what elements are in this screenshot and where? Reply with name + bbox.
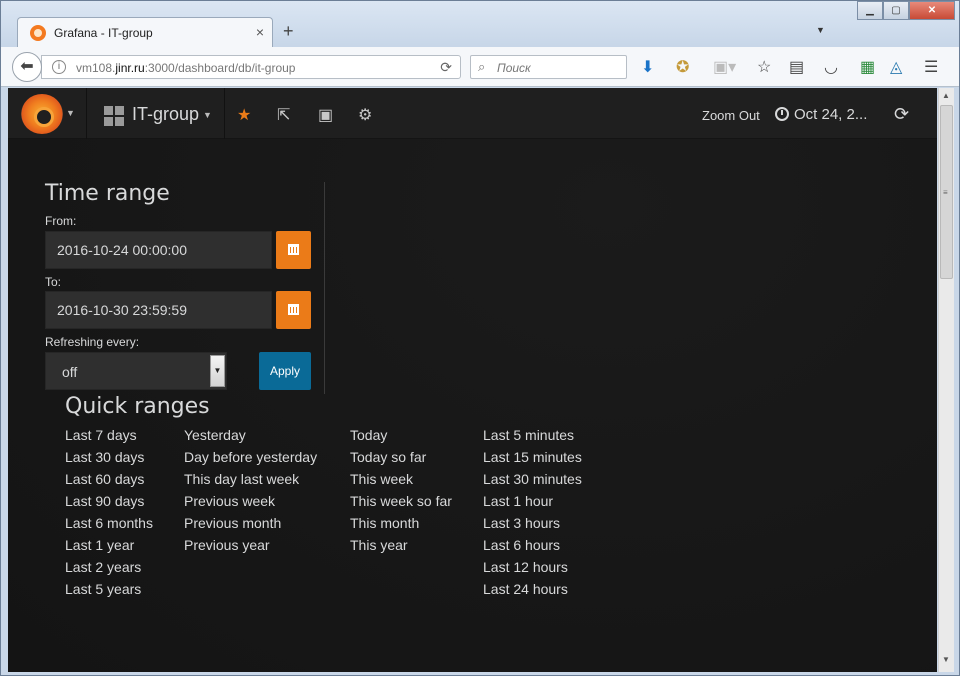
download-icon[interactable]: ⬇ <box>641 57 654 77</box>
quick-range-link[interactable]: Last 2 years <box>65 558 153 580</box>
save-icon[interactable]: ▣ <box>318 105 333 125</box>
refresh-select[interactable]: off ▼ <box>45 352 227 390</box>
minimize-button[interactable]: ▁ <box>857 1 883 20</box>
window-controls: ▁ ▢ ✕ <box>857 1 955 21</box>
quick-range-link[interactable]: Last 1 hour <box>483 492 582 514</box>
quick-range-link[interactable]: This week <box>350 470 452 492</box>
quick-range-link[interactable]: Last 6 hours <box>483 536 582 558</box>
search-icon: ⌕ <box>478 59 486 74</box>
quick-range-link[interactable]: Last 7 days <box>65 426 153 448</box>
time-range-heading: Time range <box>45 181 170 206</box>
star-icon[interactable]: ★ <box>237 105 251 125</box>
close-window-button[interactable]: ✕ <box>909 1 955 20</box>
pocket-icon[interactable]: ◡ <box>824 57 838 77</box>
quick-range-link[interactable]: Today so far <box>350 448 452 470</box>
new-tab-button[interactable]: + <box>283 21 294 42</box>
quick-ranges-column: Last 5 minutes Last 15 minutes Last 30 min… <box>483 426 582 602</box>
quick-range-link[interactable]: Today <box>350 426 452 448</box>
refresh-label: Refreshing every: <box>45 335 140 349</box>
zoom-out-button[interactable]: Zoom Out <box>702 108 760 123</box>
sync-icon[interactable]: ◬ <box>890 57 902 77</box>
quick-range-link[interactable]: Last 6 months <box>65 514 153 536</box>
tab-close-icon[interactable]: × <box>256 24 264 40</box>
gear-icon[interactable]: ⚙ <box>358 105 372 125</box>
scroll-down-icon[interactable]: ▼ <box>942 655 950 664</box>
search-placeholder: Поиск <box>497 61 531 75</box>
divider <box>324 182 325 394</box>
menu-icon[interactable]: ☰ <box>924 57 938 77</box>
dashboard-caret-icon[interactable]: ▼ <box>203 110 212 120</box>
quick-range-link[interactable]: Previous year <box>184 536 317 558</box>
quick-range-link[interactable]: Last 5 years <box>65 580 153 602</box>
tab-title: Grafana - IT-group <box>54 26 153 40</box>
to-label: To: <box>45 275 62 289</box>
extension-icon[interactable]: ▦ <box>860 57 875 77</box>
vertical-scrollbar[interactable]: ▲ ≡ ▼ <box>938 88 954 672</box>
quick-ranges-column: Today Today so far This week This week so f… <box>350 426 452 558</box>
to-input[interactable]: 2016-10-30 23:59:59 <box>45 291 272 329</box>
grip-icon: ≡ <box>943 188 948 197</box>
quick-range-link[interactable]: Last 30 days <box>65 448 153 470</box>
to-calendar-icon[interactable] <box>276 291 311 329</box>
addon-icon[interactable]: ✪ <box>676 57 689 77</box>
quick-range-link[interactable]: Last 5 minutes <box>483 426 582 448</box>
url-text[interactable]: vm108.jinr.ru:3000/dashboard/db/it-group <box>76 61 295 75</box>
search-input[interactable]: ⌕ Поиск <box>470 55 627 79</box>
grafana-logo-icon[interactable] <box>21 94 63 134</box>
quick-range-link[interactable]: Last 1 year <box>65 536 153 558</box>
grafana-favicon-icon <box>30 25 46 41</box>
browser-navbar: i vm108.jinr.ru:3000/dashboard/db/it-gro… <box>1 47 959 87</box>
browser-window: Grafana - IT-group × + ▼ ▁ ▢ ✕ i vm108.j… <box>0 0 960 676</box>
clock-icon <box>775 107 789 121</box>
quick-range-link[interactable]: Day before yesterday <box>184 448 317 470</box>
quick-range-link[interactable]: Yesterday <box>184 426 317 448</box>
time-range-picker[interactable]: Oct 24, 2... <box>794 106 867 123</box>
quick-range-link[interactable]: Last 3 hours <box>483 514 582 536</box>
tab-strip: Grafana - IT-group × + ▼ ▁ ▢ ✕ <box>1 1 959 48</box>
reload-icon[interactable]: ⟳ <box>440 59 452 76</box>
dashboard-grid-icon <box>104 106 124 126</box>
quick-range-link[interactable]: Last 12 hours <box>483 558 582 580</box>
quick-ranges-column: Last 7 days Last 30 days Last 60 days Last … <box>65 426 153 602</box>
from-input[interactable]: 2016-10-24 00:00:00 <box>45 231 272 269</box>
tab-list-dropdown-icon[interactable]: ▼ <box>816 25 825 35</box>
chevron-down-icon[interactable]: ▼ <box>210 355 225 387</box>
share-icon[interactable]: ⇱ <box>277 105 290 125</box>
from-label: From: <box>45 214 77 228</box>
logo-caret-icon[interactable]: ▼ <box>66 108 75 118</box>
quick-range-link[interactable]: Last 30 minutes <box>483 470 582 492</box>
quick-range-link[interactable]: Last 60 days <box>65 470 153 492</box>
page-info-icon[interactable]: i <box>52 60 66 74</box>
share-icon[interactable]: ▣▾ <box>713 57 736 77</box>
divider <box>86 88 87 139</box>
quick-range-link[interactable]: Previous month <box>184 514 317 536</box>
browser-tab[interactable]: Grafana - IT-group × <box>17 17 273 48</box>
quick-range-link[interactable]: This month <box>350 514 452 536</box>
scroll-up-icon[interactable]: ▲ <box>942 91 950 100</box>
bookmark-star-icon[interactable]: ☆ <box>757 57 771 77</box>
quick-range-link[interactable]: This week so far <box>350 492 452 514</box>
address-bar[interactable]: i vm108.jinr.ru:3000/dashboard/db/it-gro… <box>41 55 461 79</box>
from-calendar-icon[interactable] <box>276 231 311 269</box>
apply-button[interactable]: Apply <box>259 352 311 390</box>
quick-ranges-column: Yesterday Day before yesterday This day la… <box>184 426 317 558</box>
refresh-select-value: off <box>62 364 78 380</box>
maximize-button[interactable]: ▢ <box>883 1 909 20</box>
quick-range-link[interactable]: This day last week <box>184 470 317 492</box>
quick-ranges-heading: Quick ranges <box>65 394 210 419</box>
quick-range-link[interactable]: Last 24 hours <box>483 580 582 602</box>
back-button[interactable]: ⬅ <box>12 52 42 82</box>
divider <box>224 88 225 139</box>
grafana-page: ▼ IT-group ▼ ★ ⇱ ▣ ⚙ Zoom Out Oct 24, 2.… <box>8 88 937 672</box>
refresh-icon[interactable]: ⟳ <box>894 104 909 125</box>
quick-range-link[interactable]: Last 15 minutes <box>483 448 582 470</box>
quick-range-link[interactable]: This year <box>350 536 452 558</box>
quick-range-link[interactable]: Last 90 days <box>65 492 153 514</box>
reading-list-icon[interactable]: ▤ <box>789 57 804 77</box>
dashboard-title[interactable]: IT-group <box>132 104 199 125</box>
grafana-topbar: ▼ IT-group ▼ ★ ⇱ ▣ ⚙ Zoom Out Oct 24, 2.… <box>8 88 937 139</box>
quick-range-link[interactable]: Previous week <box>184 492 317 514</box>
scroll-thumb[interactable]: ≡ <box>940 105 953 279</box>
